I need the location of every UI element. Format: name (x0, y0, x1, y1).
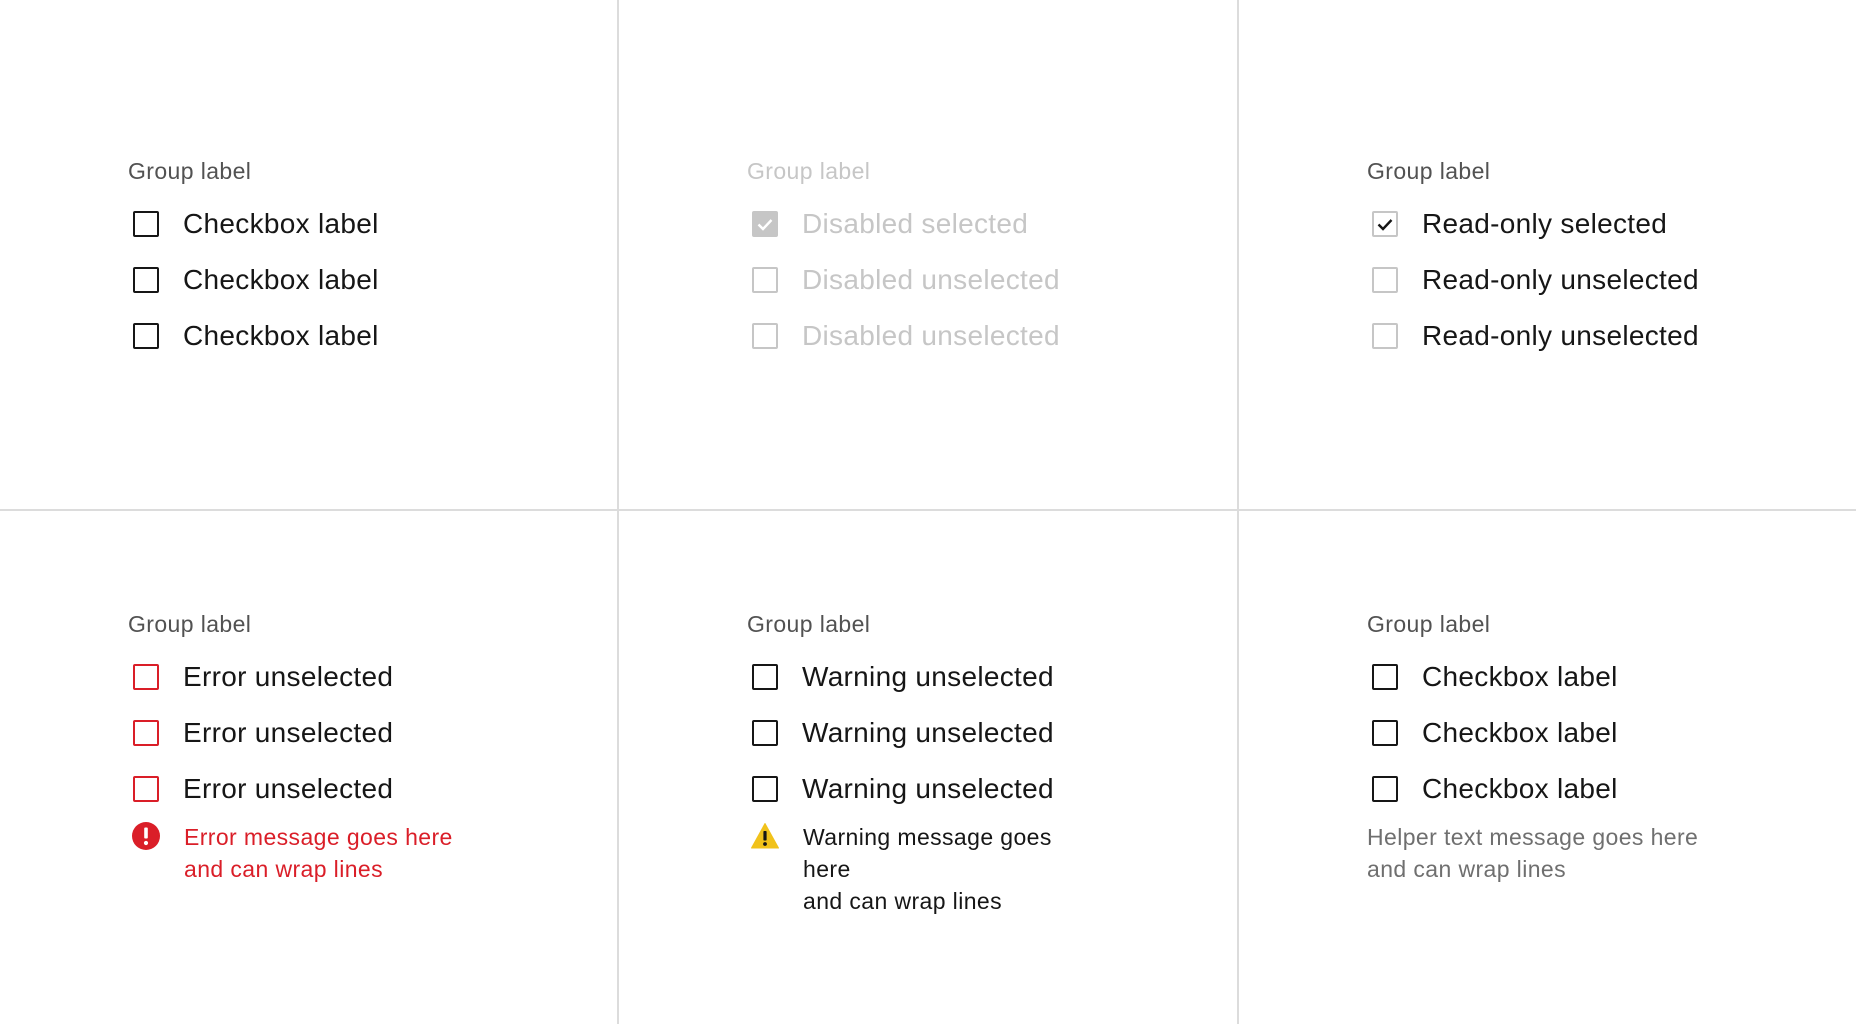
checkbox-option[interactable]: Checkbox label (1367, 705, 1737, 761)
checkbox-label: Read-only unselected (1422, 264, 1699, 295)
checkbox-label: Checkbox label (183, 264, 379, 295)
warning-alt-filled-icon (751, 823, 779, 849)
cell-disabled: Group label Disabled selected Disabled u… (619, 0, 1239, 511)
error-message-line: Error message goes here (184, 824, 453, 850)
checkbox-option-disabled: Disabled unselected (747, 308, 1060, 364)
checkbox-option[interactable]: Warning unselected (747, 761, 1103, 817)
checkbox-option-disabled: Disabled unselected (747, 252, 1060, 308)
checkbox-box[interactable] (133, 211, 159, 237)
warning-message: Warning message goes here and can wrap l… (747, 821, 1103, 917)
checkbox-states-grid: Group label Checkbox label Checkbox labe… (0, 0, 1856, 1024)
checkbox-option-read-only: Read-only selected (1367, 196, 1699, 252)
checkbox-option[interactable]: Error unselected (128, 705, 484, 761)
helper-text: Helper text message goes here and can wr… (1367, 821, 1737, 885)
checkbox-group-default: Group label Checkbox label Checkbox labe… (128, 156, 379, 364)
checkbox-option[interactable]: Warning unselected (747, 705, 1103, 761)
helper-text-line: Helper text message goes here (1367, 824, 1699, 850)
checkbox-label: Disabled selected (802, 208, 1029, 239)
checkbox-box-read-only (1372, 267, 1398, 293)
error-filled-icon (132, 822, 160, 850)
cell-default: Group label Checkbox label Checkbox labe… (0, 0, 619, 511)
checkbox-group-read-only: Group label Read-only selected Read-only… (1367, 156, 1699, 364)
checkmark-icon (757, 218, 773, 231)
checkbox-group-warning: Group label Warning unselected Warning u… (747, 609, 1103, 917)
checkbox-box-read-only (1372, 323, 1398, 349)
checkbox-label: Warning unselected (802, 773, 1054, 804)
group-label: Group label (1367, 611, 1491, 637)
checkbox-box[interactable] (752, 776, 778, 802)
checkbox-option-disabled: Disabled selected (747, 196, 1060, 252)
group-label: Group label (1367, 158, 1491, 184)
checkbox-box-error[interactable] (133, 720, 159, 746)
checkbox-box[interactable] (133, 267, 159, 293)
cell-read-only: Group label Read-only selected Read-only… (1239, 0, 1856, 511)
cell-helper-text: Group label Checkbox label Checkbox labe… (1239, 511, 1856, 1024)
warning-message-line: Warning message goes here (803, 824, 1052, 882)
checkbox-label: Checkbox label (183, 320, 379, 351)
checkbox-group-helper: Group label Checkbox label Checkbox labe… (1367, 609, 1737, 885)
checkbox-label: Error unselected (183, 773, 394, 804)
helper-text-content: Helper text message goes here and can wr… (1367, 821, 1737, 885)
checkbox-option[interactable]: Error unselected (128, 649, 484, 705)
checkbox-label: Read-only unselected (1422, 320, 1699, 351)
checkbox-option-read-only: Read-only unselected (1367, 252, 1699, 308)
checkbox-box[interactable] (1372, 664, 1398, 690)
checkbox-label: Checkbox label (1422, 717, 1618, 748)
checkbox-box[interactable] (1372, 776, 1398, 802)
cell-error: Group label Error unselected Error unsel… (0, 511, 619, 1024)
checkbox-label: Checkbox label (1422, 773, 1618, 804)
group-label: Group label (128, 611, 252, 637)
checkbox-label: Error unselected (183, 717, 394, 748)
checkbox-box[interactable] (752, 720, 778, 746)
checkbox-option-read-only: Read-only unselected (1367, 308, 1699, 364)
checkbox-group-disabled: Group label Disabled selected Disabled u… (747, 156, 1060, 364)
checkbox-option[interactable]: Checkbox label (128, 196, 379, 252)
checkbox-option[interactable]: Checkbox label (1367, 761, 1737, 817)
checkbox-box-read-only-checked (1372, 211, 1398, 237)
checkbox-box-disabled-checked (752, 211, 778, 237)
error-message-line: and can wrap lines (184, 856, 383, 882)
cell-warning: Group label Warning unselected Warning u… (619, 511, 1239, 1024)
checkbox-label: Disabled unselected (802, 320, 1060, 351)
group-label: Group label (747, 158, 871, 184)
checkbox-label: Disabled unselected (802, 264, 1060, 295)
checkbox-label: Checkbox label (1422, 661, 1618, 692)
warning-message-text: Warning message goes here and can wrap l… (803, 821, 1103, 917)
checkbox-box[interactable] (752, 664, 778, 690)
checkbox-label: Read-only selected (1422, 208, 1668, 239)
checkbox-box-disabled (752, 267, 778, 293)
checkbox-option[interactable]: Checkbox label (1367, 649, 1737, 705)
checkbox-box-error[interactable] (133, 776, 159, 802)
checkbox-label: Checkbox label (183, 208, 379, 239)
checkbox-option[interactable]: Warning unselected (747, 649, 1103, 705)
checkbox-box-error[interactable] (133, 664, 159, 690)
error-message: Error message goes here and can wrap lin… (128, 821, 484, 885)
checkbox-option[interactable]: Checkbox label (128, 308, 379, 364)
group-label: Group label (747, 611, 871, 637)
checkmark-icon (1377, 218, 1393, 231)
error-message-text: Error message goes here and can wrap lin… (184, 821, 484, 885)
helper-text-line: and can wrap lines (1367, 856, 1566, 882)
checkbox-box[interactable] (133, 323, 159, 349)
checkbox-option[interactable]: Error unselected (128, 761, 484, 817)
checkbox-box[interactable] (1372, 720, 1398, 746)
checkbox-label: Warning unselected (802, 717, 1054, 748)
group-label: Group label (128, 158, 252, 184)
checkbox-option[interactable]: Checkbox label (128, 252, 379, 308)
checkbox-label: Error unselected (183, 661, 394, 692)
checkbox-label: Warning unselected (802, 661, 1054, 692)
warning-message-line: and can wrap lines (803, 888, 1002, 914)
checkbox-box-disabled (752, 323, 778, 349)
checkbox-group-error: Group label Error unselected Error unsel… (128, 609, 484, 885)
